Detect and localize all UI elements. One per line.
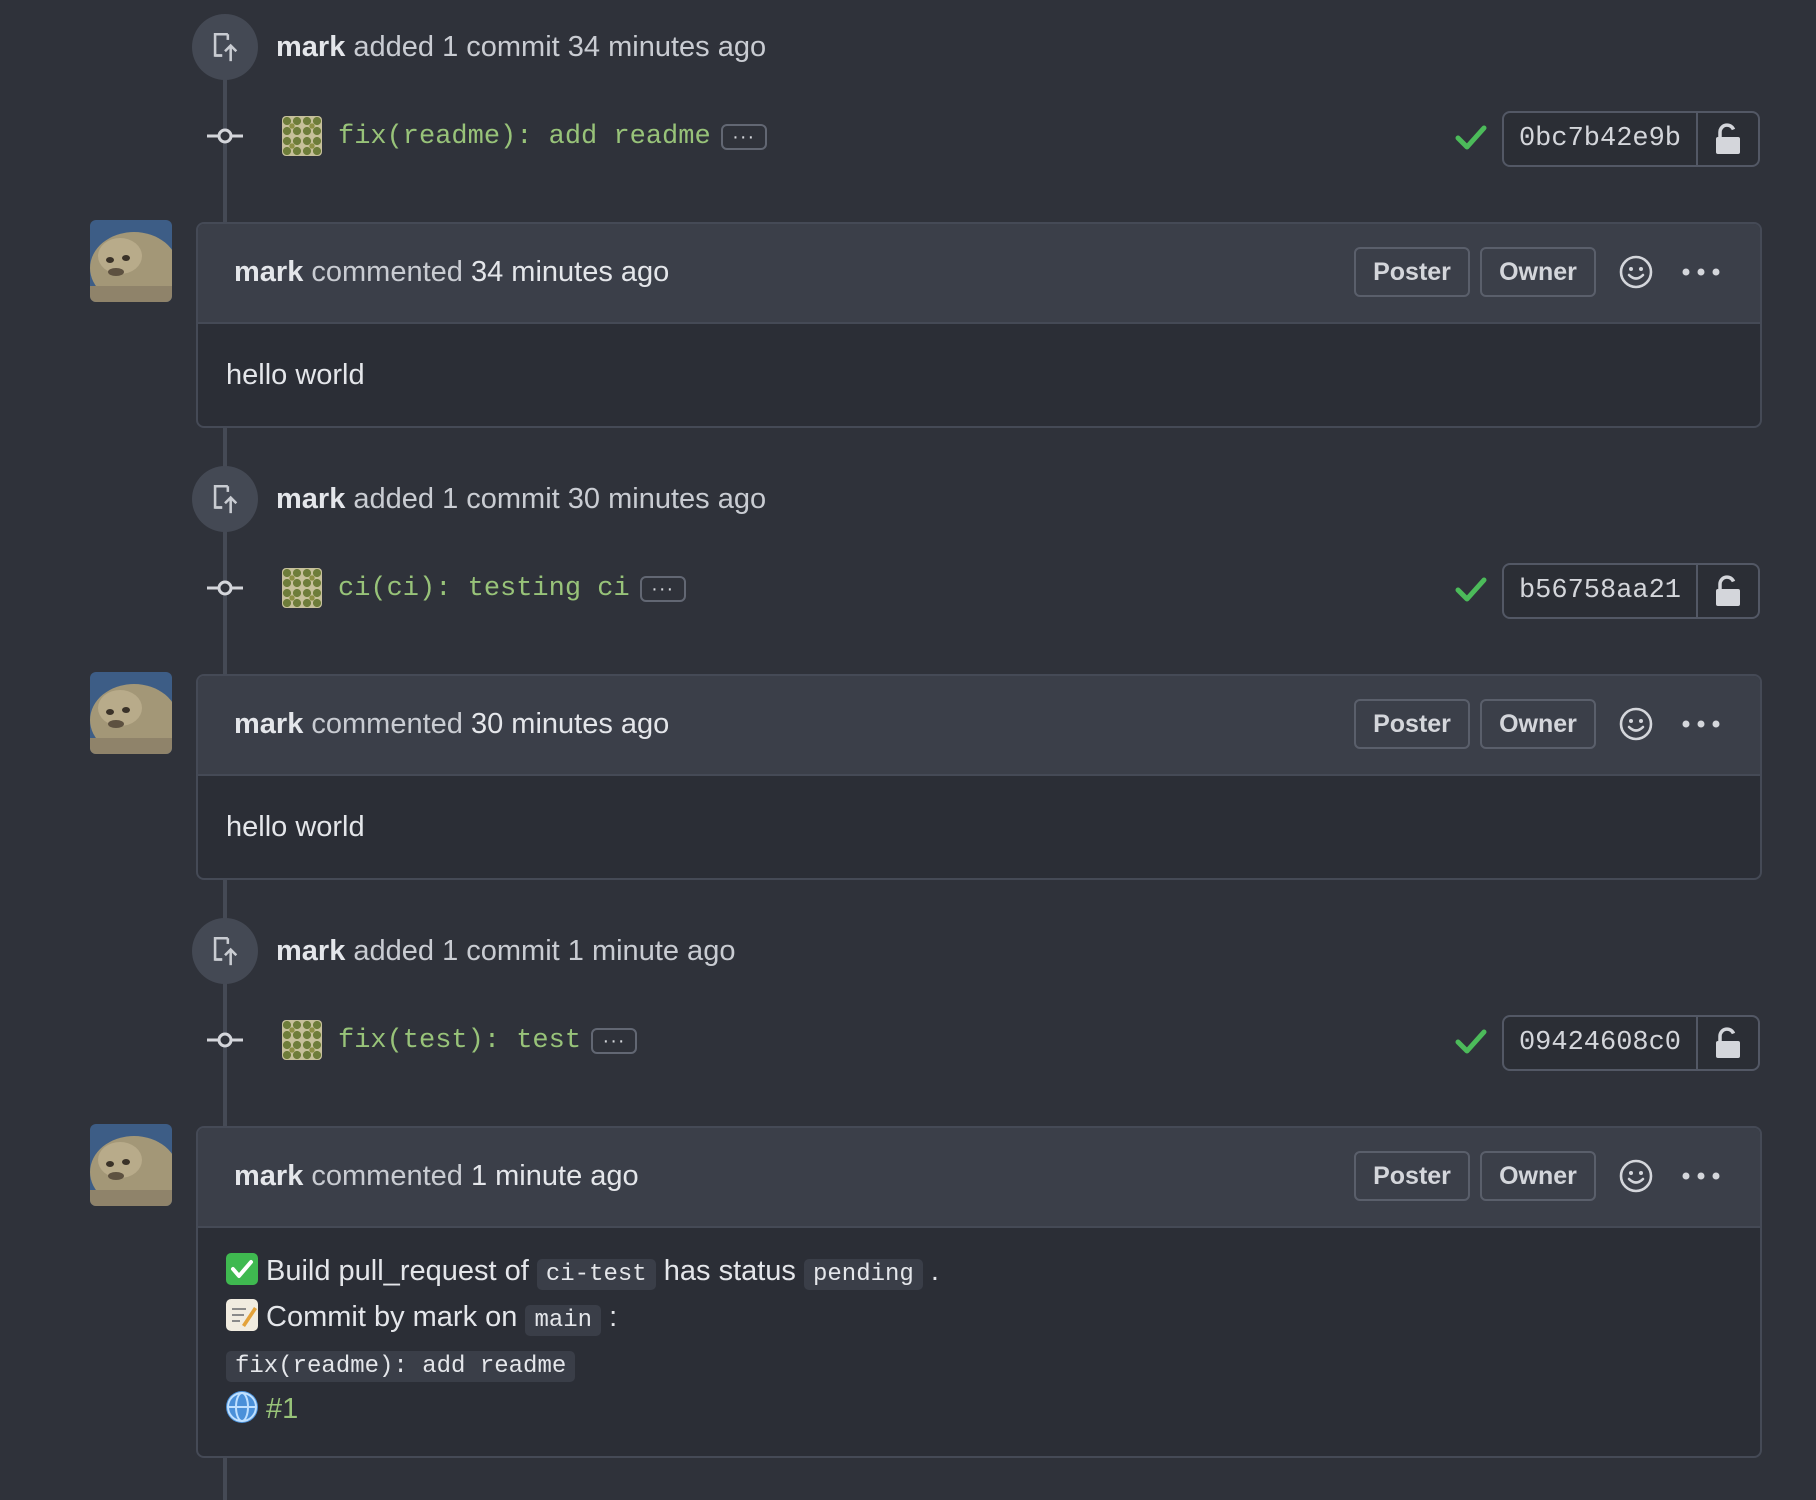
branch-code: main: [525, 1305, 602, 1336]
git-commit-icon: [207, 580, 243, 596]
poster-badge: Poster: [1354, 247, 1470, 297]
check-mark-emoji-icon: [226, 1253, 258, 1285]
commit-author-avatar[interactable]: [282, 568, 322, 608]
comment-box: mark commented 34 minutes ago Poster Own…: [196, 222, 1762, 428]
unlock-icon[interactable]: [1698, 113, 1758, 165]
smiley-icon[interactable]: [1618, 254, 1654, 290]
commit-sha-group: b56758aa21: [1502, 563, 1760, 619]
smiley-icon[interactable]: [1618, 706, 1654, 742]
event-text: mark added 1 commit 34 minutes ago: [276, 30, 766, 64]
comment-verb: commented: [311, 708, 463, 740]
build-line-end: .: [930, 1255, 939, 1287]
comment-verb: commented: [311, 1160, 463, 1192]
event-author[interactable]: mark: [276, 31, 345, 63]
comment-body: Build pull_request of ci-test has status…: [198, 1228, 1760, 1456]
commit-message: fix(readme): add readme ···: [338, 120, 767, 154]
commit-message-link[interactable]: fix(test): test: [338, 1024, 581, 1058]
check-icon[interactable]: [1454, 1026, 1488, 1056]
event-text: mark added 1 commit 1 minute ago: [276, 934, 735, 968]
comment-author[interactable]: mark: [234, 1160, 303, 1192]
build-status-line: Build pull_request of ci-test has status…: [226, 1250, 1732, 1296]
commit-line-prefix: Commit by mark on: [266, 1301, 518, 1333]
comment-time[interactable]: 34 minutes ago: [471, 256, 669, 288]
comment-header: mark commented 34 minutes ago Poster Own…: [198, 224, 1760, 324]
commit-author-avatar[interactable]: [282, 116, 322, 156]
unlock-icon[interactable]: [1698, 565, 1758, 617]
comment-verb: commented: [311, 256, 463, 288]
push-icon: [192, 14, 258, 80]
commit-info-line: Commit by mark on main :: [226, 1296, 1732, 1342]
expand-commit-button[interactable]: ···: [639, 576, 686, 602]
git-commit-icon: [207, 1032, 243, 1048]
commit-sha-group: 09424608c0: [1502, 1015, 1760, 1071]
kebab-horizontal-icon[interactable]: [1680, 262, 1722, 282]
expand-commit-button[interactable]: ···: [720, 124, 767, 150]
commit-sha-button[interactable]: b56758aa21: [1504, 565, 1698, 617]
owner-badge: Owner: [1480, 247, 1596, 297]
expand-commit-button[interactable]: ···: [591, 1028, 638, 1054]
owner-badge: Owner: [1480, 1151, 1596, 1201]
comment-meta: mark commented 30 minutes ago: [234, 708, 669, 741]
smiley-icon[interactable]: [1618, 1158, 1654, 1194]
commit-message-link[interactable]: ci(ci): testing ci: [338, 572, 630, 606]
commit-message-line: fix(readme): add readme: [226, 1342, 1732, 1388]
event-text: mark added 1 commit 30 minutes ago: [276, 482, 766, 516]
avatar[interactable]: [90, 1124, 172, 1206]
event-author[interactable]: mark: [276, 935, 345, 967]
comment-time[interactable]: 30 minutes ago: [471, 708, 669, 740]
pr-link[interactable]: #1: [266, 1393, 298, 1425]
unlock-icon[interactable]: [1698, 1017, 1758, 1069]
status-code: pending: [804, 1259, 923, 1290]
commit-sha-group: 0bc7b42e9b: [1502, 111, 1760, 167]
memo-emoji-icon: [226, 1299, 258, 1331]
commit-message-link[interactable]: fix(readme): add readme: [338, 120, 711, 154]
check-icon[interactable]: [1454, 122, 1488, 152]
commit-sha-button[interactable]: 09424608c0: [1504, 1017, 1698, 1069]
event-action: added 1 commit 1 minute ago: [353, 935, 736, 967]
commit-message-code: fix(readme): add readme: [226, 1351, 576, 1382]
owner-badge: Owner: [1480, 699, 1596, 749]
comment-body: hello world: [226, 359, 365, 391]
event-author[interactable]: mark: [276, 483, 345, 515]
build-line-mid: has status: [663, 1255, 796, 1287]
comment-time[interactable]: 1 minute ago: [471, 1160, 639, 1192]
poster-badge: Poster: [1354, 699, 1470, 749]
push-icon: [192, 918, 258, 984]
comment-meta: mark commented 1 minute ago: [234, 1160, 639, 1193]
commit-sha-button[interactable]: 0bc7b42e9b: [1504, 113, 1698, 165]
check-icon[interactable]: [1454, 574, 1488, 604]
build-line-prefix: Build pull_request of: [266, 1255, 529, 1287]
comment-meta: mark commented 34 minutes ago: [234, 256, 669, 289]
link-line: #1: [226, 1388, 1732, 1430]
comment-box: mark commented 30 minutes ago Poster Own…: [196, 674, 1762, 880]
commit-author-avatar[interactable]: [282, 1020, 322, 1060]
comment-header: mark commented 1 minute ago Poster Owner: [198, 1128, 1760, 1228]
push-icon: [192, 466, 258, 532]
kebab-horizontal-icon[interactable]: [1680, 1166, 1722, 1186]
commit-message: fix(test): test ···: [338, 1024, 638, 1058]
avatar[interactable]: [90, 220, 172, 302]
comment-box: mark commented 1 minute ago Poster Owner…: [196, 1126, 1762, 1458]
commit-message: ci(ci): testing ci ···: [338, 572, 686, 606]
event-action: added 1 commit 30 minutes ago: [353, 483, 767, 515]
commit-line-end: :: [609, 1301, 618, 1333]
kebab-horizontal-icon[interactable]: [1680, 714, 1722, 734]
comment-body: hello world: [226, 811, 365, 843]
event-action: added 1 commit 34 minutes ago: [353, 31, 767, 63]
avatar[interactable]: [90, 672, 172, 754]
comment-author[interactable]: mark: [234, 708, 303, 740]
comment-header: mark commented 30 minutes ago Poster Own…: [198, 676, 1760, 776]
comment-author[interactable]: mark: [234, 256, 303, 288]
git-commit-icon: [207, 128, 243, 144]
globe-emoji-icon: [226, 1391, 258, 1423]
poster-badge: Poster: [1354, 1151, 1470, 1201]
repo-code: ci-test: [536, 1259, 656, 1290]
